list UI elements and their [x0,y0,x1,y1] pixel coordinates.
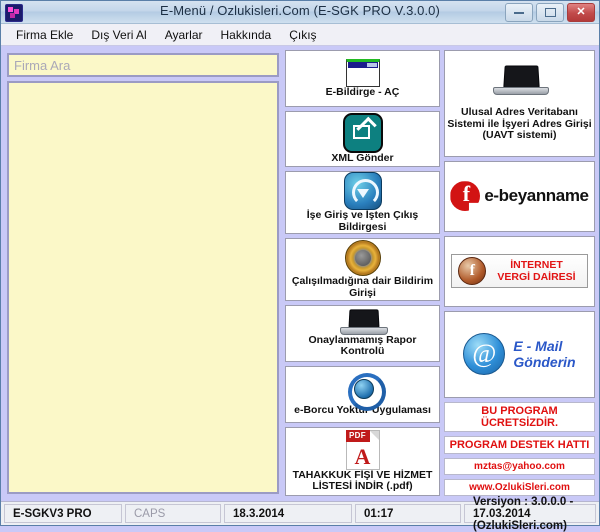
status-version: Versiyon : 3.0.0.0 - 17.03.2014 (OzlukiS… [464,496,596,532]
xml-export-icon [342,113,383,154]
window-controls: ✕ [505,3,595,22]
menu-item-cikis[interactable]: Çıkış [280,26,325,44]
middle-button-column: E-Bildirge - AÇ XML Gönder İşe Giriş ve … [285,50,440,497]
support-free-notice: BU PROGRAM ÜCRETSİZDİR. [444,402,595,432]
close-button[interactable]: ✕ [567,3,595,22]
menu-item-firma-ekle[interactable]: Firma Ekle [7,26,82,44]
company-list[interactable] [7,81,279,494]
menu-bar: Firma Ekle Dış Veri Al Ayarlar Hakkında … [1,24,599,46]
status-time: 01:17 [355,504,461,523]
e-beyanname-label: e-beyanname [484,186,589,206]
menu-item-dis-veri-al[interactable]: Dış Veri Al [82,26,155,44]
calismadigina-dair-bildirim-button[interactable]: Çalışılmadığına dair Bildirim Girişi [285,238,440,302]
gib-seal-icon: f [458,257,487,286]
status-bar: E-SGKV3 PRO CAPS 18.3.2014 01:17 Versiyo… [1,496,599,532]
tahakkuk-fisi-indir-button[interactable]: PDF A TAHAKKUK FİŞİ VE HİZMET LİSTESİ İND… [285,426,440,497]
pdf-icon: PDF A [345,429,380,470]
status-caps: CAPS [125,504,221,523]
e-bildirge-ac-button[interactable]: E-Bildirge - AÇ [285,50,440,107]
ise-giris-isten-cikis-label: İşe Giriş ve İşten Çıkış Bildirgesi [306,209,419,233]
ise-giris-isten-cikis-button[interactable]: İşe Giriş ve İşten Çıkış Bildirgesi [285,171,440,235]
laptop-icon [492,65,549,96]
content-area: Firma Ara E-Bildirge - AÇ XML Gönder İşe… [1,45,599,500]
laptop-icon [339,309,388,335]
xml-gonder-label: XML Gönder [331,152,394,165]
menu-item-hakkinda[interactable]: Hakkında [212,26,281,44]
internet-vergi-dairesi-button[interactable]: f İNTERNET VERGİ DAİRESİ [444,235,595,307]
uavt-button[interactable]: Ulusal Adres Veritabanı Sistemi ile İşye… [444,50,595,157]
gib-logo-icon: f [450,181,481,212]
application-window: E-Menü / Ozlukisleri.Com (E-SGK PRO V.3.… [0,0,600,532]
internet-vergi-line2: VERGİ DAİRESİ [497,271,576,284]
calismadigina-dair-bildirim-label: Çalışılmadığına dair Bildirim Girişi [291,275,434,299]
support-hotline-title: PROGRAM DESTEK HATTI [444,436,595,454]
support-info: BU PROGRAM ÜCRETSİZDİR. PROGRAM DESTEK H… [444,402,595,496]
email-gonderin-button[interactable]: @ E - Mail Gönderin [444,310,595,398]
globe-arrows-icon [346,371,386,412]
status-date: 18.3.2014 [224,504,352,523]
minimize-button[interactable] [505,3,533,22]
title-bar: E-Menü / Ozlukisleri.Com (E-SGK PRO V.3.… [1,1,599,24]
onaylanmamis-rapor-kontrolu-label: Onaylanmamış Rapor Kontrolü [308,333,417,358]
menu-item-ayarlar[interactable]: Ayarlar [156,26,212,44]
e-bildirge-ac-label: E-Bildirge - AÇ [325,85,400,98]
window-icon [345,58,380,87]
support-website[interactable]: www.OzlukiSleri.com [444,479,595,496]
status-app-name: E-SGKV3 PRO [4,504,122,523]
internet-vergi-line1: İNTERNET [510,259,563,272]
tahakkuk-fisi-indir-label: TAHAKKUK FİŞİ VE HİZMET LİSTESİ İNDİR (.… [292,468,433,493]
e-beyanname-button[interactable]: f e-beyanname [444,160,595,232]
email-line1: E - Mail [513,338,563,355]
close-icon: ✕ [576,6,586,18]
e-borcu-yoktur-button[interactable]: e-Borcu Yoktur Uygulaması [285,365,440,423]
speaker-icon [344,240,381,277]
at-sign-icon: @ [463,333,506,376]
support-email[interactable]: mztas@yahoo.com [444,458,595,475]
right-button-column: Ulusal Adres Veritabanı Sistemi ile İşye… [444,50,595,496]
xml-gonder-button[interactable]: XML Gönder [285,110,440,168]
search-input[interactable]: Firma Ara [7,53,279,77]
onaylanmamis-rapor-kontrolu-button[interactable]: Onaylanmamış Rapor Kontrolü [285,305,440,362]
email-line2: Gönderin [513,354,576,371]
company-panel: Firma Ara [7,53,279,494]
circular-arrow-icon [343,172,382,211]
maximize-button[interactable] [536,3,564,22]
uavt-label: Ulusal Adres Veritabanı Sistemi ile İşye… [447,106,592,142]
